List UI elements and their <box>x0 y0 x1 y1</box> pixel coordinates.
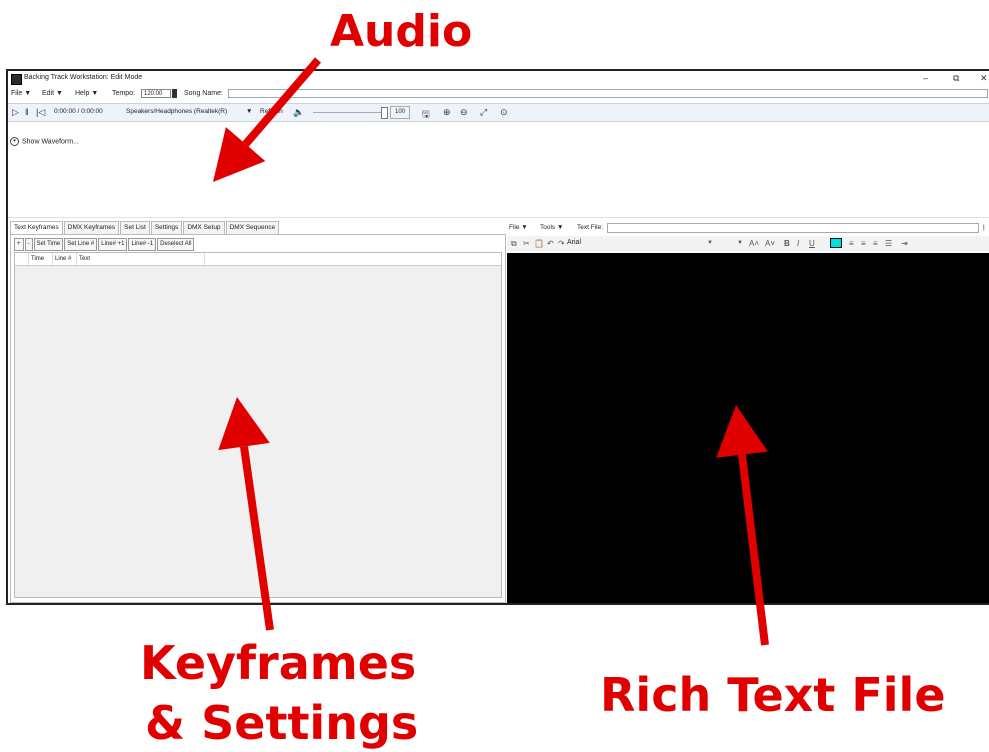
column-time[interactable]: Time <box>29 253 53 265</box>
menu-bar: File ▼ Edit ▼ Help ▼ Tempo: 120.00 Song … <box>8 87 989 101</box>
menu-help[interactable]: Help ▼ <box>75 90 98 97</box>
set-line-button[interactable]: Set Line # <box>64 238 98 251</box>
line-plus-button[interactable]: Line# +1 <box>98 238 128 251</box>
keyframes-panel: Text Keyframes DMX Keyframes Set List Se… <box>10 221 506 603</box>
rich-text-panel: File ▼ Tools ▼ Text File: | ⧉ ✂ 📋 ↶ ↷ Ar… <box>507 221 989 603</box>
show-waveform-label: Show Waveform... <box>22 138 79 146</box>
close-icon[interactable]: ✕ <box>980 73 988 84</box>
set-time-button[interactable]: Set Time <box>33 238 64 251</box>
keyframe-grid[interactable]: Time Line # Text <box>14 252 502 598</box>
volume-icon: 🔈 <box>293 107 305 117</box>
align-right-icon[interactable]: ≡ <box>873 239 878 248</box>
keyframe-toolbar: + - Set Time Set Line # Line# +1 Line# -… <box>14 238 195 251</box>
tab-strip: Text Keyframes DMX Keyframes Set List Se… <box>10 221 280 235</box>
tab-dmx-keyframes[interactable]: DMX Keyframes <box>63 221 120 234</box>
indent-icon[interactable]: ⇥ <box>901 239 908 248</box>
deselect-all-button[interactable]: Deselect All <box>157 238 195 251</box>
text-file-label: Text File: <box>577 224 604 231</box>
paste-icon[interactable]: 📋 <box>534 239 544 248</box>
tab-set-list[interactable]: Set List <box>120 221 150 234</box>
shrink-font-icon[interactable]: A˅ <box>765 239 775 248</box>
italic-button[interactable]: I <box>797 239 799 248</box>
time-display: 0:00:00 / 0:00:00 <box>54 108 103 115</box>
remove-keyframe-button[interactable]: - <box>24 238 33 251</box>
volume-value[interactable]: 100 <box>390 106 410 119</box>
app-window: Backing Track Workstation: Edit Mode – ⧉… <box>6 69 989 605</box>
column-line[interactable]: Line # <box>53 253 77 265</box>
tempo-spinner[interactable] <box>172 89 177 98</box>
rich-text-menu-bar: File ▼ Tools ▼ Text File: | <box>507 221 989 235</box>
annotation-rich-text-file: Rich Text File <box>600 668 946 722</box>
app-icon <box>11 74 22 85</box>
tab-settings[interactable]: Settings <box>150 221 183 234</box>
tempo-label: Tempo: <box>112 90 135 97</box>
bold-button[interactable]: B <box>784 239 790 248</box>
grow-font-icon[interactable]: A˄ <box>749 239 759 248</box>
transport-bar: ▷ ‖ |◁ 0:00:00 / 0:00:00 Speakers/Headph… <box>8 103 989 122</box>
bullet-list-icon[interactable]: ☰ <box>885 239 892 248</box>
tab-dmx-setup[interactable]: DMX Setup <box>183 221 225 234</box>
tab-dmx-sequence[interactable]: DMX Sequence <box>225 221 280 234</box>
chevron-down-icon: ▾ <box>10 137 19 146</box>
device-dropdown-icon[interactable]: ▼ <box>246 108 252 115</box>
line-minus-button[interactable]: Line# -1 <box>128 238 157 251</box>
undo-icon[interactable]: ↶ <box>547 239 554 248</box>
song-name-label: Song Name: <box>184 90 223 97</box>
song-name-input[interactable] <box>228 89 988 98</box>
refresh-button[interactable]: Refresh <box>260 108 283 115</box>
minimize-icon[interactable]: – <box>923 73 928 83</box>
text-keyframes-tab-content: + - Set Time Set Line # Line# +1 Line# -… <box>10 234 506 603</box>
copy-icon[interactable]: ⧉ <box>511 239 517 249</box>
cut-icon[interactable]: ✂ <box>523 239 530 248</box>
splitter[interactable] <box>8 217 989 218</box>
volume-slider[interactable] <box>313 112 383 113</box>
rich-text-editor[interactable] <box>507 253 989 603</box>
font-dropdown-icon[interactable]: ▼ <box>707 240 713 246</box>
audio-device-select[interactable]: Speakers/Headphones (Realtek(R) <box>126 108 227 115</box>
rt-menu-tools[interactable]: Tools ▼ <box>540 224 563 231</box>
column-text[interactable]: Text <box>77 253 205 265</box>
fit-icon[interactable]: ⤢ <box>480 107 487 118</box>
menu-edit[interactable]: Edit ▼ <box>42 90 63 97</box>
add-keyframe-button[interactable]: + <box>14 238 24 251</box>
formatting-toolbar: ⧉ ✂ 📋 ↶ ↷ Arial ▼ ▼ A˄ A˅ B I U ≡ ≡ ≡ ☰ … <box>507 236 989 251</box>
rt-menu-file[interactable]: File ▼ <box>509 224 528 231</box>
underline-button[interactable]: U <box>809 239 815 248</box>
redo-icon[interactable]: ↷ <box>558 239 565 248</box>
reset-icon[interactable]: ⊙ <box>500 107 508 118</box>
title-bar: Backing Track Workstation: Edit Mode – ⧉… <box>8 71 989 87</box>
window-title: Backing Track Workstation: Edit Mode <box>24 74 143 81</box>
row-header-cell <box>15 253 29 265</box>
font-select[interactable]: Arial <box>567 238 707 248</box>
zoom-in-icon[interactable]: ⊕ <box>443 107 451 118</box>
tempo-input[interactable]: 120.00 <box>141 89 171 98</box>
text-file-input[interactable] <box>607 223 979 233</box>
tab-text-keyframes[interactable]: Text Keyframes <box>10 221 63 234</box>
maximize-icon[interactable]: ⧉ <box>953 73 959 84</box>
rewind-icon[interactable]: |◁ <box>36 107 45 118</box>
annotation-keyframes: Keyframes <box>140 636 417 690</box>
annotation-settings: & Settings <box>145 696 419 750</box>
zoom-out-icon[interactable]: ⊖ <box>460 107 468 118</box>
pause-icon[interactable]: ‖ <box>25 107 29 117</box>
browse-button[interactable]: | <box>983 224 985 231</box>
grid-header: Time Line # Text <box>15 253 501 266</box>
save-icon[interactable]: 🖫 <box>422 107 430 123</box>
size-dropdown-icon[interactable]: ▼ <box>737 240 743 246</box>
play-icon[interactable]: ▷ <box>12 107 19 118</box>
align-center-icon[interactable]: ≡ <box>861 239 866 248</box>
volume-slider-thumb[interactable] <box>381 107 388 119</box>
align-left-icon[interactable]: ≡ <box>849 239 854 248</box>
show-waveform-toggle[interactable]: ▾ Show Waveform... <box>10 137 79 146</box>
menu-file[interactable]: File ▼ <box>11 90 31 97</box>
highlight-color-button[interactable] <box>830 238 842 248</box>
annotation-audio: Audio <box>330 6 473 57</box>
